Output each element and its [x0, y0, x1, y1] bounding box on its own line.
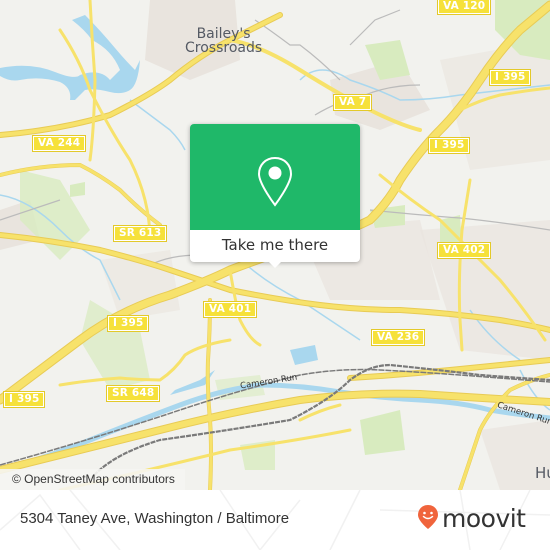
- route-shield-sr-648: SR 648: [105, 385, 161, 402]
- map-canvas[interactable]: Bailey's Crossroads VA 120 VA 7 VA 244 I…: [0, 0, 550, 490]
- map-attribution[interactable]: © OpenStreetMap contributors: [0, 469, 185, 490]
- route-shield-i-395-sw: I 395: [2, 391, 46, 408]
- route-shield-va-236: VA 236: [370, 329, 426, 346]
- route-shield-i-395-ne: I 395: [488, 69, 532, 86]
- route-shield-va-401: VA 401: [202, 301, 258, 318]
- destination-popup: Take me there: [190, 124, 360, 268]
- place-label-baileys-crossroads: Bailey's Crossroads: [185, 27, 262, 55]
- place-label-huntington-partial: Hu: [535, 464, 550, 482]
- popup-header: [190, 124, 360, 230]
- place-label-text: Bailey's Crossroads: [185, 26, 263, 56]
- moovit-wordmark: moovit: [442, 504, 526, 533]
- route-shield-va-402: VA 402: [436, 242, 492, 259]
- moovit-logo[interactable]: moovit: [417, 504, 526, 534]
- moovit-pin-face-icon: [417, 504, 439, 534]
- address-label: 5304 Taney Ave, Washington / Baltimore: [20, 510, 290, 527]
- route-shield-va-7: VA 7: [332, 94, 373, 111]
- route-shield-sr-613: SR 613: [112, 225, 168, 242]
- take-me-there-button[interactable]: Take me there: [190, 230, 360, 262]
- route-shield-i-395-center: I 395: [427, 137, 471, 154]
- route-shield-va-244: VA 244: [31, 135, 87, 152]
- footer-bar: 5304 Taney Ave, Washington / Baltimore m…: [0, 490, 550, 550]
- popup-pointer: [267, 260, 283, 268]
- route-shield-i-395-w: I 395: [106, 315, 150, 332]
- route-shield-va-120: VA 120: [436, 0, 492, 15]
